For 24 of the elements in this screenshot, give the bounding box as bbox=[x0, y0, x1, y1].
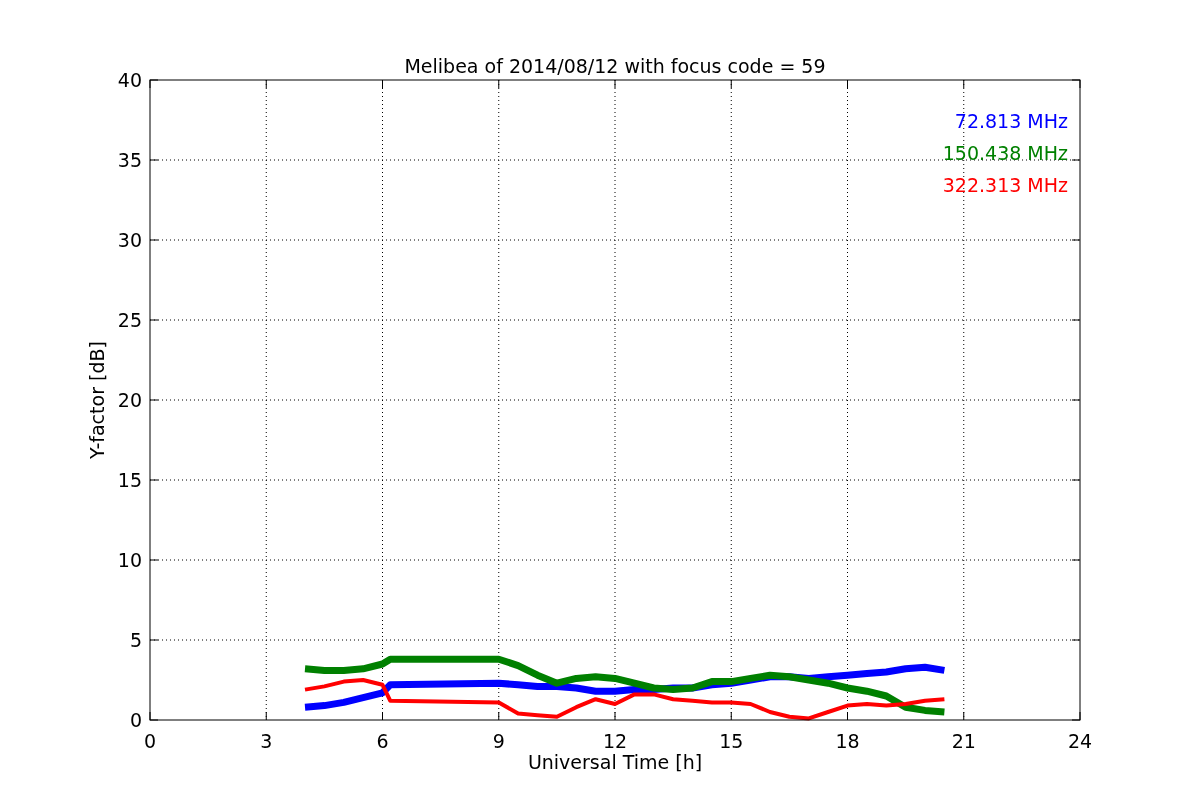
x-tick-label: 9 bbox=[492, 730, 505, 752]
y-tick-label: 25 bbox=[117, 309, 142, 331]
y-tick-label: 0 bbox=[129, 709, 142, 731]
y-tick-label: 10 bbox=[117, 549, 142, 571]
x-tick-label: 0 bbox=[143, 730, 157, 752]
x-tick-label: 15 bbox=[719, 730, 744, 752]
y-tick-label: 35 bbox=[117, 149, 142, 171]
legend-label: 72.813 MHz bbox=[954, 110, 1068, 132]
x-tick-label: 24 bbox=[1067, 730, 1093, 752]
y-axis-label: Y-factor [dB] bbox=[86, 341, 108, 459]
y-tick-label: 20 bbox=[117, 389, 142, 411]
x-axis-label: Universal Time [h] bbox=[527, 751, 703, 773]
legend-label: 150.438 MHz bbox=[942, 142, 1068, 164]
x-tick-label: 12 bbox=[602, 730, 628, 752]
x-tick-label: 6 bbox=[376, 730, 389, 752]
y-tick-label: 40 bbox=[117, 69, 142, 91]
chart-title: Melibea of 2014/08/12 with focus code = 59 bbox=[404, 55, 826, 77]
x-tick-label: 3 bbox=[260, 730, 273, 752]
y-tick-label: 5 bbox=[129, 629, 142, 651]
y-tick-label: 15 bbox=[117, 469, 142, 491]
legend-label: 322.313 MHz bbox=[942, 174, 1068, 196]
x-tick-label: 21 bbox=[951, 730, 976, 752]
x-tick-label: 18 bbox=[835, 730, 860, 752]
y-tick-label: 30 bbox=[117, 229, 142, 251]
